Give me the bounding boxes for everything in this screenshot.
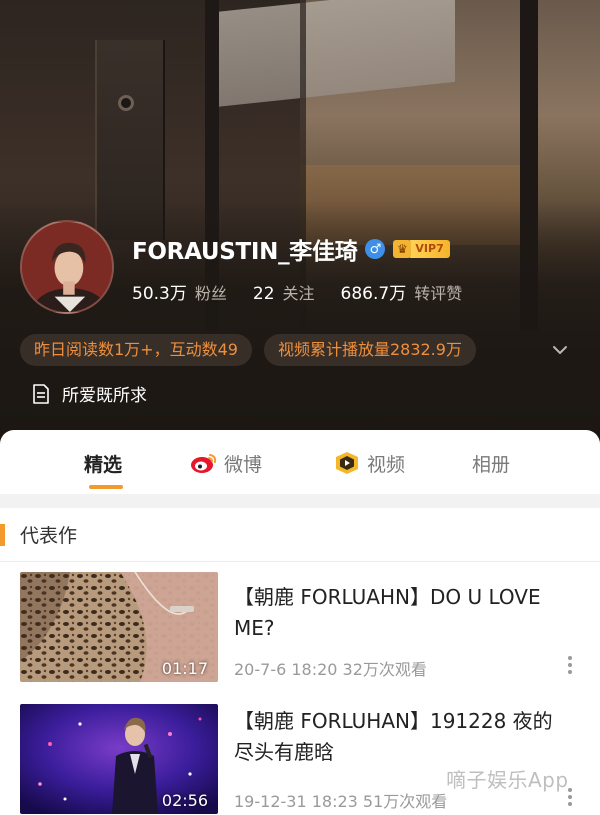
male-icon: ♂ — [365, 239, 386, 259]
stat-value: 686.7万 — [340, 284, 407, 304]
stat-label: 关注 — [282, 284, 315, 303]
video-plays-metric-chip[interactable]: 视频累计播放量2832.9万 — [263, 334, 476, 366]
stat-followers[interactable]: 50.3万 粉丝 — [132, 279, 227, 304]
vip-label: VIP7 — [408, 240, 450, 258]
chevron-down-icon[interactable] — [550, 340, 570, 360]
video-duration: 01:17 — [161, 659, 208, 678]
weibo-icon — [191, 454, 217, 473]
cover-door-knob — [118, 95, 134, 111]
profile-name-row: FORAUSTIN_李佳琦 ♂ ♛ VIP7 — [132, 232, 450, 266]
more-icon[interactable] — [566, 654, 574, 676]
tab-label: 精选 — [84, 453, 123, 476]
profile-stats: 50.3万 粉丝 22 关注 686.7万 转评赞 — [132, 279, 488, 304]
video-title[interactable]: 【朝鹿 FORLUHAN】191228 夜的尽头有鹿晗 — [234, 706, 564, 768]
stat-label: 转评赞 — [414, 284, 463, 303]
section-title: 代表作 — [20, 525, 78, 547]
profile-tabs: 精选 微博 视频 相册 — [0, 430, 600, 494]
bio-row: 所爱既所求 — [32, 381, 147, 406]
profile-name: FORAUSTIN_李佳琦 — [132, 239, 358, 265]
section-accent-bar — [0, 524, 5, 546]
stat-value: 22 — [252, 284, 275, 304]
stat-value: 50.3万 — [132, 284, 187, 304]
video-meta: 20-7-6 18:20 32万次观看 — [234, 660, 427, 679]
metric-row: 昨日阅读数1万+，互动数49 视频累计播放量2832.9万 — [20, 334, 590, 366]
video-meta: 19-12-31 18:23 51万次观看 — [234, 792, 448, 811]
video-duration: 02:56 — [161, 791, 208, 810]
crown-icon: ♛ — [393, 240, 412, 258]
video-channel-icon — [336, 452, 358, 474]
video-thumbnail[interactable]: 02:56 — [20, 704, 218, 814]
avatar[interactable] — [20, 220, 114, 314]
video-title[interactable]: 【朝鹿 FORLUAHN】DO U LOVE ME? — [234, 582, 564, 644]
tab-album[interactable]: 相册 — [472, 448, 510, 478]
profile-cover: FORAUSTIN_李佳琦 ♂ ♛ VIP7 50.3万 粉丝 22 关注 68… — [0, 0, 600, 445]
tab-video[interactable]: 视频 — [333, 448, 405, 478]
video-item[interactable]: 02:56 【朝鹿 FORLUHAN】191228 夜的尽头有鹿晗 19-12-… — [0, 704, 600, 815]
reading-metric-chip[interactable]: 昨日阅读数1万+，互动数49 — [20, 334, 252, 366]
tab-featured[interactable]: 精选 — [84, 448, 122, 478]
tab-label: 视频 — [367, 453, 406, 476]
watermark: 嘀子娱乐App — [446, 768, 569, 792]
tab-label: 相册 — [472, 453, 511, 476]
vip-badge[interactable]: ♛ VIP7 — [393, 239, 450, 259]
tab-weibo[interactable]: 微博 — [190, 448, 262, 478]
stat-following[interactable]: 22 关注 — [253, 280, 315, 304]
tab-label: 微博 — [224, 453, 263, 476]
video-item[interactable]: 01:17 【朝鹿 FORLUAHN】DO U LOVE ME? 20-7-6 … — [0, 572, 600, 690]
document-icon — [33, 383, 49, 404]
section-header: 代表作 — [0, 508, 600, 562]
video-thumbnail[interactable]: 01:17 — [20, 572, 218, 682]
stat-label: 粉丝 — [194, 284, 227, 303]
stat-engagement[interactable]: 686.7万 转评赞 — [341, 279, 463, 304]
bio-text: 所爱既所求 — [62, 386, 147, 406]
active-tab-indicator — [89, 485, 123, 489]
